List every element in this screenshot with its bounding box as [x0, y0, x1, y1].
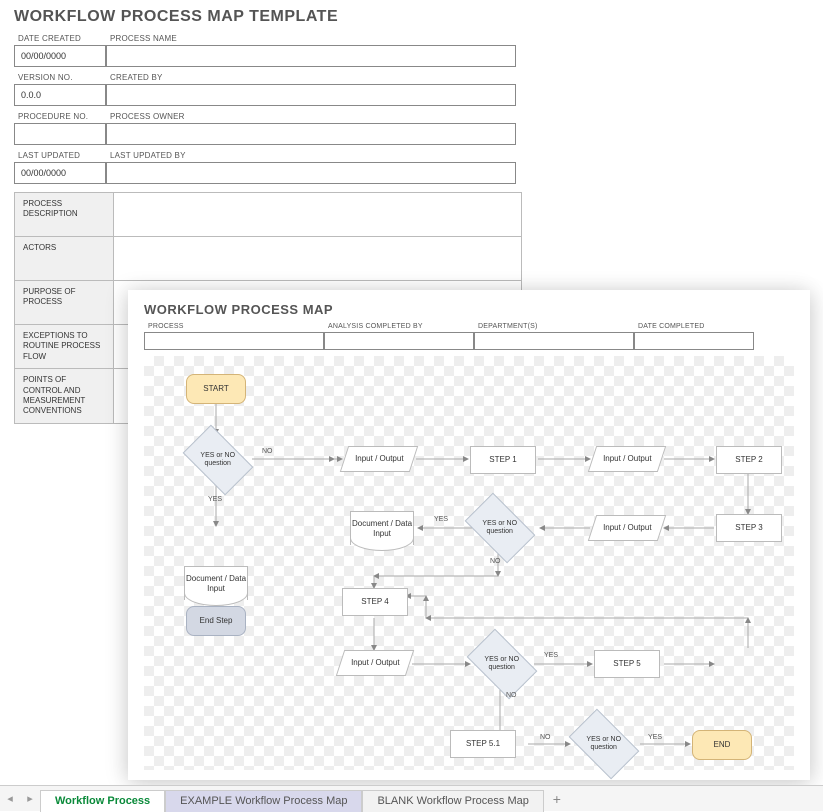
node-document-1[interactable]: Document / Data Input [184, 566, 248, 600]
workflow-title: WORKFLOW PROCESS MAP [144, 302, 794, 317]
field-created-by[interactable] [106, 84, 516, 106]
label-last-updated-by: LAST UPDATED BY [106, 149, 516, 162]
label-yes-2: YES [434, 516, 448, 523]
label-points-of-control: POINTS OF CONTROL AND MEASUREMENT CONVEN… [14, 368, 114, 424]
field-version[interactable]: 0.0.0 [14, 84, 106, 106]
field-process-owner[interactable] [106, 123, 516, 145]
node-step-4[interactable]: STEP 4 [342, 588, 408, 616]
node-step-5[interactable]: STEP 5 [594, 650, 660, 678]
field-actors[interactable] [114, 236, 522, 280]
label-process-description: PROCESS DESCRIPTION [14, 192, 114, 236]
node-start[interactable]: START [186, 374, 246, 404]
field-process-description[interactable] [114, 192, 522, 236]
tab-nav-next-icon[interactable]: ▸ [20, 789, 40, 809]
label-date-created: DATE CREATED [14, 32, 106, 45]
label-version: VERSION NO. [14, 71, 106, 84]
label-yes-4: YES [648, 734, 662, 741]
label-exceptions: EXCEPTIONS TO ROUTINE PROCESS FLOW [14, 324, 114, 368]
label-wpm-dept: DEPARTMENT(S) [474, 321, 634, 332]
page-title: WORKFLOW PROCESS MAP TEMPLATE [14, 8, 809, 26]
node-io-2[interactable]: Input / Output [588, 446, 666, 472]
node-document-2[interactable]: Document / Data Input [350, 511, 414, 545]
label-created-by: CREATED BY [106, 71, 516, 84]
field-wpm-analysis[interactable] [324, 332, 474, 350]
label-no-3: NO [506, 692, 517, 699]
field-wpm-process[interactable] [144, 332, 324, 350]
node-io-1[interactable]: Input / Output [340, 446, 418, 472]
node-end[interactable]: END [692, 730, 752, 760]
node-io-3[interactable]: Input / Output [588, 515, 666, 541]
field-procedure-no[interactable] [14, 123, 106, 145]
label-wpm-process: PROCESS [144, 321, 324, 332]
label-process-name: PROCESS NAME [106, 32, 516, 45]
label-purpose: PURPOSE OF PROCESS [14, 280, 114, 324]
label-wpm-analysis: ANALYSIS COMPLETED BY [324, 321, 474, 332]
label-procedure-no: PROCEDURE NO. [14, 110, 106, 123]
field-wpm-dept[interactable] [474, 332, 634, 350]
label-yes-3: YES [544, 652, 558, 659]
node-io-4[interactable]: Input / Output [336, 650, 414, 676]
field-date-created[interactable]: 00/00/0000 [14, 45, 106, 67]
label-no-4: NO [540, 734, 551, 741]
add-sheet-button[interactable]: + [544, 788, 570, 810]
label-process-owner: PROCESS OWNER [106, 110, 516, 123]
field-last-updated[interactable]: 00/00/0000 [14, 162, 106, 184]
flow-arrows [144, 356, 794, 770]
tab-workflow-process[interactable]: Workflow Process [40, 790, 165, 812]
sheet-tab-bar: ◂ ▸ Workflow Process EXAMPLE Workflow Pr… [0, 785, 823, 811]
label-yes-1: YES [208, 496, 222, 503]
label-no-1: NO [262, 448, 273, 455]
label-actors: ACTORS [14, 236, 114, 280]
tab-example-workflow[interactable]: EXAMPLE Workflow Process Map [165, 790, 362, 812]
field-last-updated-by[interactable] [106, 162, 516, 184]
node-step-5-1[interactable]: STEP 5.1 [450, 730, 516, 758]
tab-blank-workflow[interactable]: BLANK Workflow Process Map [362, 790, 543, 812]
node-step-3[interactable]: STEP 3 [716, 514, 782, 542]
label-last-updated: LAST UPDATED [14, 149, 106, 162]
field-process-name[interactable] [106, 45, 516, 67]
field-wpm-date[interactable] [634, 332, 754, 350]
label-wpm-date: DATE COMPLETED [634, 321, 754, 332]
flow-canvas[interactable]: START YES or NO question NO YES Input / … [144, 356, 794, 770]
workflow-panel: WORKFLOW PROCESS MAP PROCESS ANALYSIS CO… [128, 290, 810, 780]
node-end-step[interactable]: End Step [186, 606, 246, 636]
node-step-1[interactable]: STEP 1 [470, 446, 536, 474]
node-step-2[interactable]: STEP 2 [716, 446, 782, 474]
tab-nav-prev-icon[interactable]: ◂ [0, 789, 20, 809]
label-no-2: NO [490, 558, 501, 565]
